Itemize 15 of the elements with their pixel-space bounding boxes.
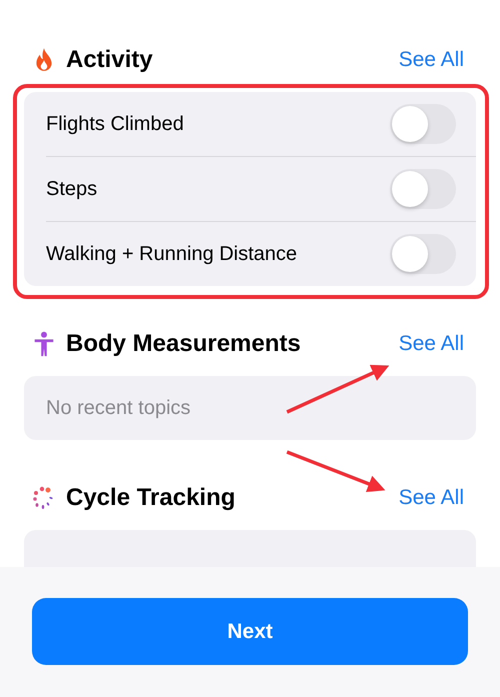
toggle-switch[interactable] xyxy=(390,104,456,144)
empty-message: No recent topics xyxy=(46,396,191,420)
row-label: Walking + Running Distance xyxy=(46,242,298,266)
see-all-link[interactable]: See All xyxy=(398,332,464,356)
see-all-link[interactable]: See All xyxy=(398,486,464,510)
section-title: Cycle Tracking xyxy=(66,484,236,512)
row-label: Steps xyxy=(46,178,98,200)
toggle-switch[interactable] xyxy=(390,169,456,209)
see-all-link[interactable]: See All xyxy=(398,48,464,72)
row-label: Flights Climbed xyxy=(46,112,184,136)
figure-icon xyxy=(32,331,56,357)
toggle-switch[interactable] xyxy=(390,234,456,274)
section-title: Activity xyxy=(66,46,154,74)
section-title: Body Measurements xyxy=(66,330,302,358)
next-button[interactable]: Next xyxy=(32,598,468,665)
